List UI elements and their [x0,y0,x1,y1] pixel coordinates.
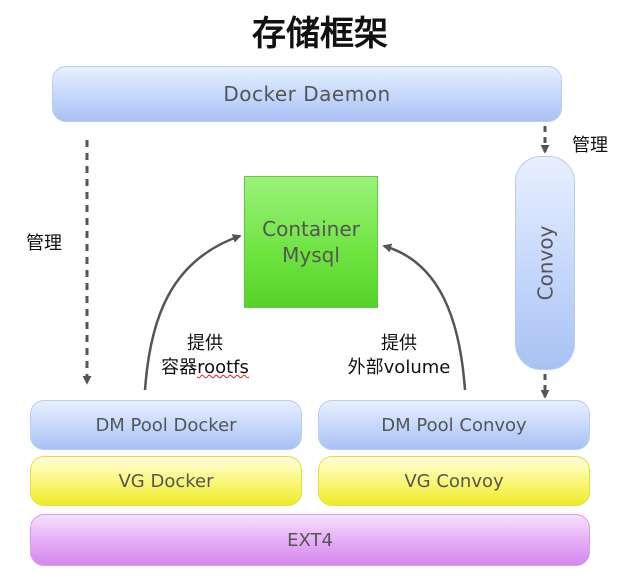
provide-rootfs-prefix: 容器 [161,357,198,378]
manage-label-left: 管理 [26,233,62,254]
provide-rootfs-label: 提供 容器rootfs [150,332,260,380]
provide-volume-label: 提供 外部volume [336,332,462,380]
provide-volume-line1: 提供 [381,333,417,354]
provide-rootfs-line2: 容器rootfs [150,356,260,380]
rootfs-word: rootfs [197,357,249,378]
manage-label-right: 管理 [572,135,608,156]
connectors [82,126,550,399]
provide-volume-line2: 外部volume [347,357,451,378]
provide-rootfs-line1: 提供 [187,333,223,354]
